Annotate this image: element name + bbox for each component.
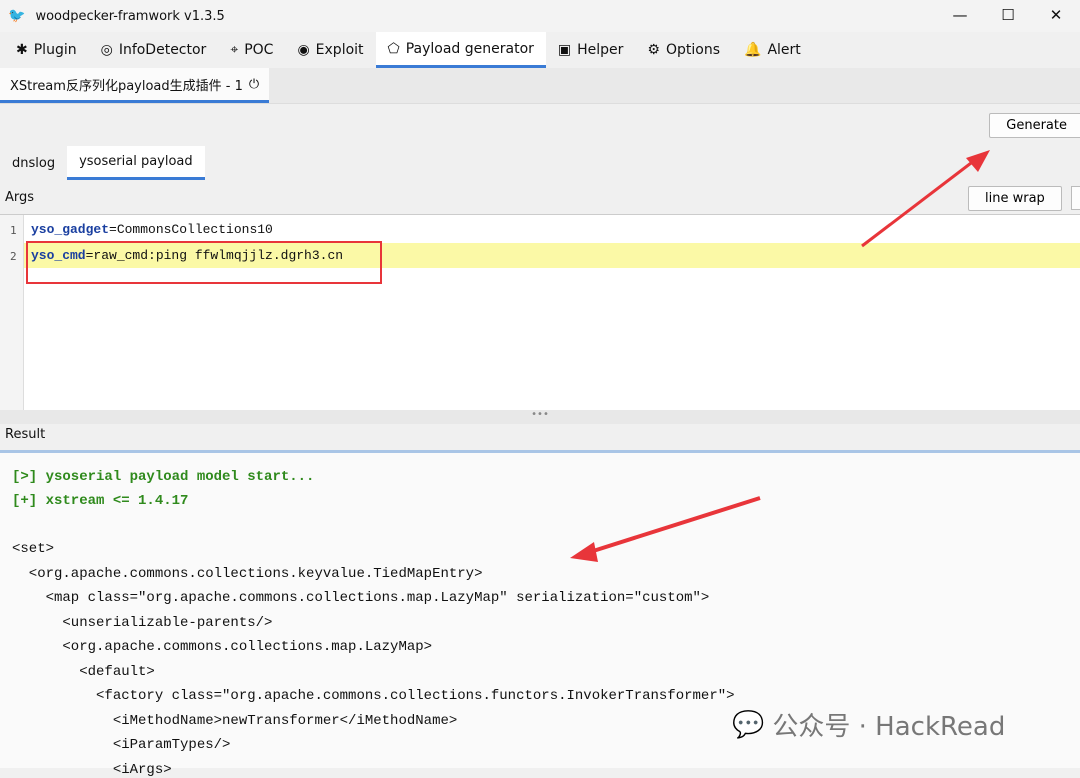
xml-line: <set>: [12, 541, 55, 557]
main-menu: ✱ Plugin ◎ InfoDetector ⌖ POC ◉ Exploit ⬠ Payload…: [0, 32, 1080, 68]
menu-label: Helper: [577, 42, 624, 58]
fingerprint-icon: ◎: [100, 42, 113, 58]
payload-subtabs: dnslog ysoserial payload: [0, 146, 205, 180]
maximize-button[interactable]: ☐: [984, 0, 1032, 30]
annotation-box: [26, 241, 382, 284]
title-bar: 🐦 woodpecker-framwork v1.3.5: [0, 0, 1080, 32]
pane-splitter[interactable]: •••: [0, 410, 1080, 424]
minimize-button[interactable]: —: [936, 0, 984, 30]
wechat-icon: 💬: [732, 709, 765, 740]
tag-icon: ⬠: [387, 40, 400, 57]
xml-line: <map class="org.apache.commons.collectio…: [12, 590, 710, 606]
xml-line: <default>: [12, 663, 155, 680]
xml-line: <org.apache.commons.collections.keyvalue…: [12, 565, 483, 582]
menu-label: Alert: [767, 42, 801, 58]
line-wrap-button[interactable]: line wrap: [968, 186, 1062, 211]
crosshair-icon: ⌖: [230, 42, 239, 58]
extra-button[interactable]: [1071, 186, 1080, 210]
tab-dnslog[interactable]: dnslog: [0, 146, 67, 180]
xml-line: <unserializable-parents/>: [12, 614, 273, 631]
watermark-text: 公众号 · HackRead: [772, 712, 1006, 742]
args-label: Args: [5, 190, 35, 205]
menu-helper[interactable]: ▣ Helper: [546, 32, 636, 68]
menu-plugin[interactable]: ✱ Plugin: [4, 32, 89, 68]
line-number: 1: [10, 224, 17, 237]
menu-payload-generator[interactable]: ⬠ Payload generator: [375, 32, 546, 68]
arg-line: yso_gadget=CommonsCollections10: [31, 222, 273, 237]
xml-line: <iArgs>: [12, 761, 172, 778]
status-line: [+] xstream <= 1.4.17: [12, 493, 189, 509]
window-controls: — ☐ ✕: [936, 0, 1080, 30]
woodpecker-logo-icon: 🐦: [8, 8, 26, 24]
menu-label: Exploit: [315, 42, 364, 58]
menu-label: Plugin: [33, 42, 77, 58]
menu-label: InfoDetector: [118, 42, 207, 58]
line-number: 2: [10, 250, 17, 263]
window-title: woodpecker-framwork v1.3.5: [35, 8, 225, 24]
xml-line: <iMethodName>newTransformer</iMethodName…: [12, 712, 458, 729]
menu-label: Options: [665, 42, 721, 58]
arg-key: yso_gadget: [31, 222, 110, 237]
menu-infodetector[interactable]: ◎ InfoDetector: [89, 32, 219, 68]
status-line: [>] ysoserial payload model start...: [12, 469, 315, 485]
toolbox-icon: ▣: [557, 42, 572, 58]
line-gutter: [0, 215, 24, 410]
watermark: 💬 公众号 · HackRead: [732, 706, 1005, 743]
tab-ysoserial-payload[interactable]: ysoserial payload: [67, 146, 205, 180]
result-label: Result: [5, 427, 46, 442]
generate-button[interactable]: Generate: [989, 113, 1080, 138]
plugin-tabs: XStream反序列化payload生成插件 - 1 ⏻: [0, 68, 1080, 104]
close-button[interactable]: ✕: [1032, 0, 1080, 30]
menu-alert[interactable]: 🔔 Alert: [732, 32, 813, 68]
tab-label: XStream反序列化payload生成插件 - 1: [10, 78, 243, 94]
gear-icon: ⚙: [647, 42, 660, 58]
bell-icon: 🔔: [744, 42, 762, 58]
menu-poc[interactable]: ⌖ POC: [218, 32, 285, 68]
target-icon: ◉: [297, 42, 310, 58]
arg-value: =CommonsCollections10: [109, 222, 273, 237]
menu-options[interactable]: ⚙ Options: [635, 32, 732, 68]
xml-line: <factory class="org.apache.commons.colle…: [12, 688, 735, 704]
tab-xstream-plugin[interactable]: XStream反序列化payload生成插件 - 1 ⏻: [0, 68, 270, 103]
menu-label: Payload generator: [405, 40, 534, 57]
menu-exploit[interactable]: ◉ Exploit: [285, 32, 375, 68]
power-icon[interactable]: ⏻: [249, 77, 259, 92]
puzzle-icon: ✱: [16, 42, 28, 58]
xml-line: <iParamTypes/>: [12, 737, 231, 753]
menu-label: POC: [244, 42, 274, 58]
xml-line: <org.apache.commons.collections.map.Lazy…: [12, 639, 433, 655]
